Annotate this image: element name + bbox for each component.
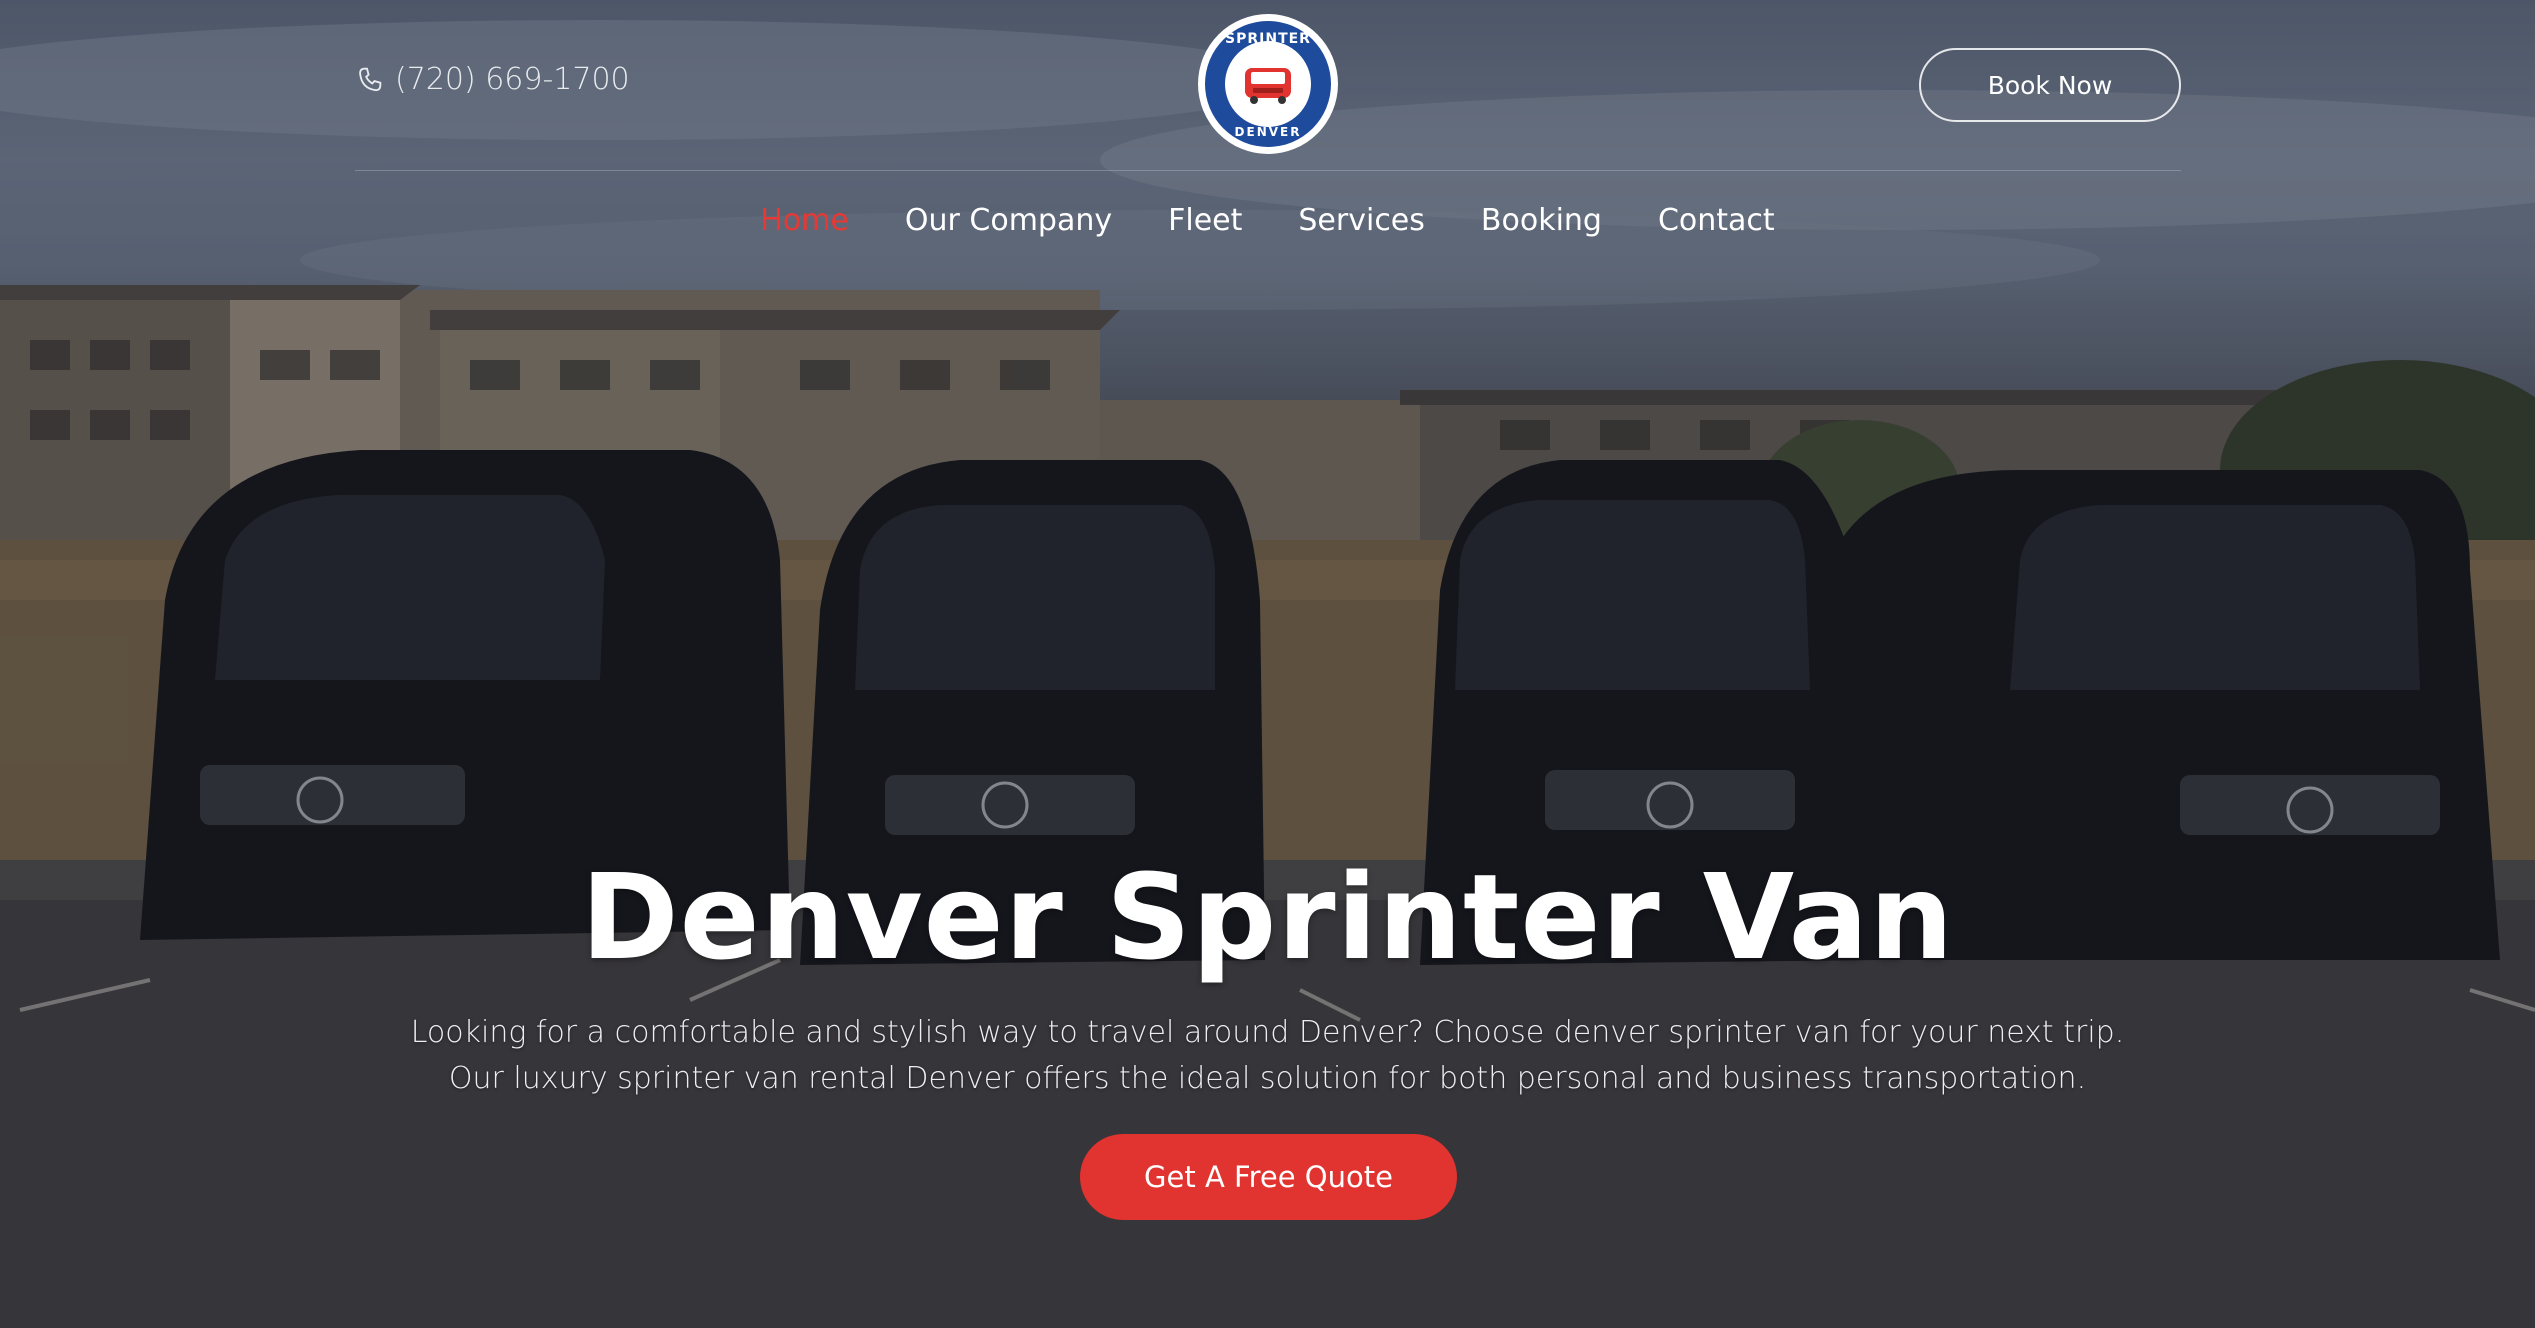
phone-icon (359, 67, 382, 91)
logo-text-bottom: DENVER (1234, 125, 1302, 139)
nav-item-booking[interactable]: Booking (1481, 203, 1602, 238)
hero-section: (720) 669-1700 SPRINTER VAN DENVER Book … (0, 0, 2535, 1328)
book-now-button[interactable]: Book Now (1919, 48, 2181, 122)
logo-ring: SPRINTER VAN DENVER (1205, 21, 1331, 147)
nav-item-fleet[interactable]: Fleet (1168, 203, 1242, 238)
phone-number: (720) 669-1700 (395, 62, 630, 97)
logo-text-top: SPRINTER VAN (1225, 31, 1311, 63)
hero-title: Denver Sprinter Van (580, 848, 1955, 986)
nav-item-contact[interactable]: Contact (1658, 203, 1775, 238)
nav-item-services[interactable]: Services (1298, 203, 1425, 238)
van-icon (1245, 68, 1291, 104)
nav-item-our-company[interactable]: Our Company (905, 203, 1112, 238)
main-nav: Home Our Company Fleet Services Booking … (0, 203, 2535, 238)
nav-item-home[interactable]: Home (760, 203, 849, 238)
header-phone[interactable]: (720) 669-1700 (355, 62, 630, 97)
get-free-quote-button[interactable]: Get A Free Quote (1080, 1134, 1457, 1220)
hero-description: Looking for a comfortable and stylish wa… (410, 1015, 2125, 1096)
site-logo[interactable]: SPRINTER VAN DENVER (1198, 14, 1338, 154)
hero-overlay (0, 0, 2535, 1328)
header-divider (355, 170, 2181, 171)
